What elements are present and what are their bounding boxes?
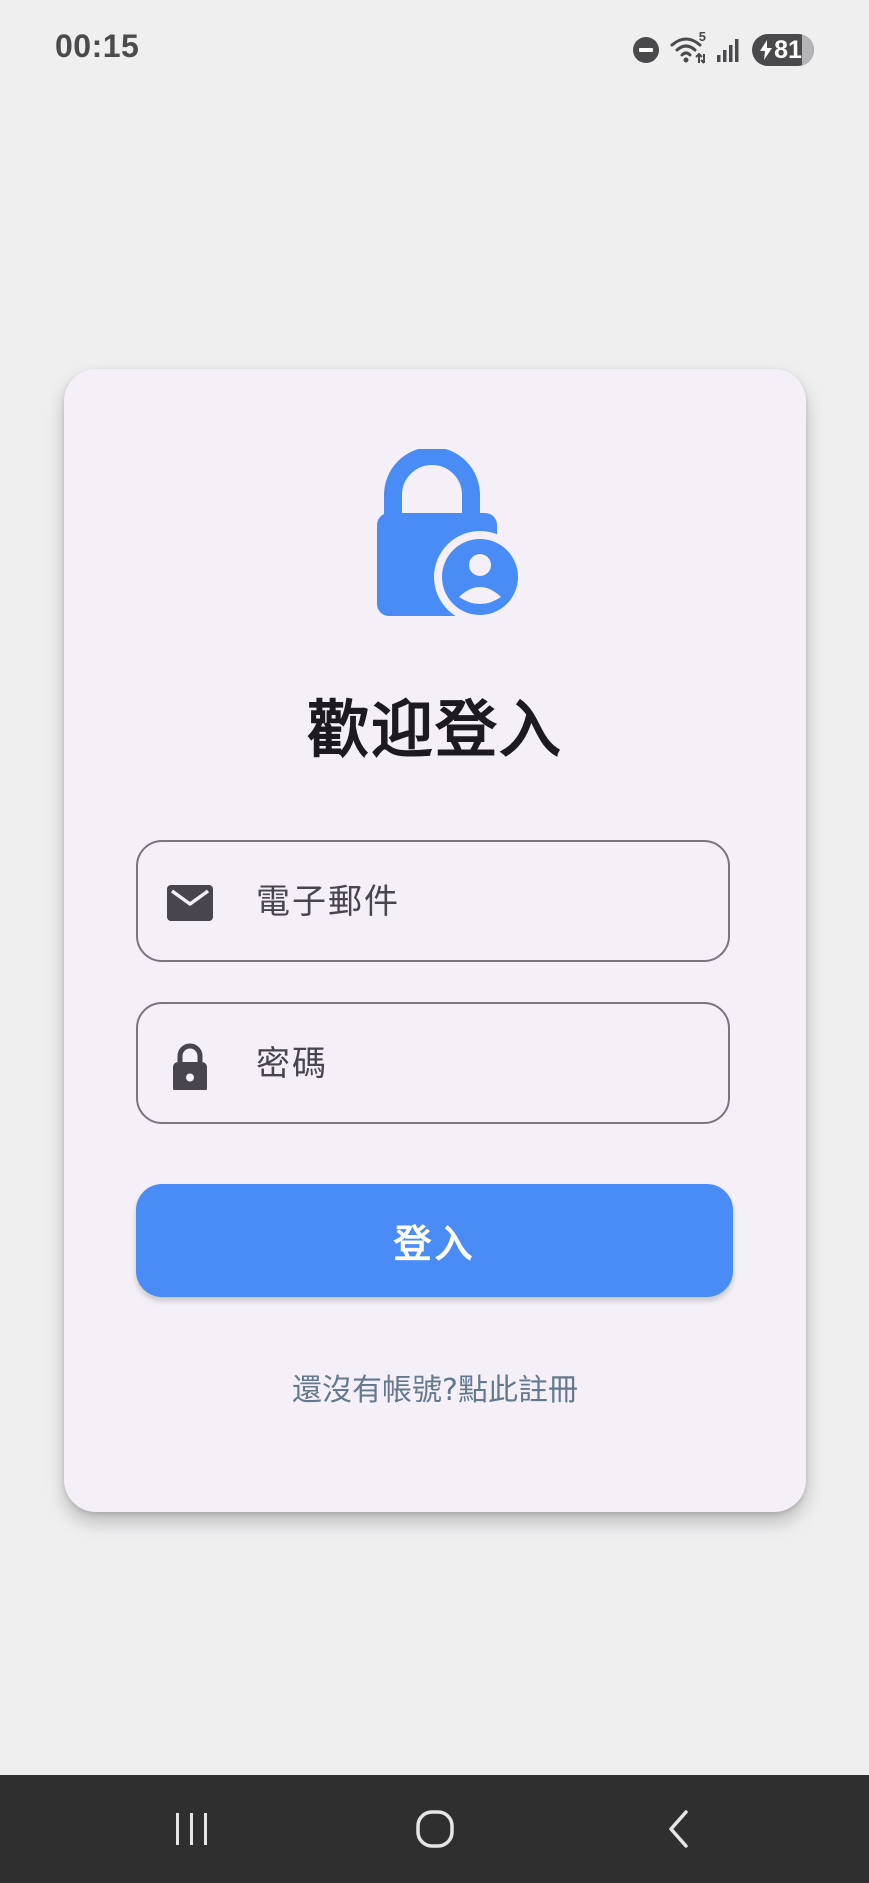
register-link[interactable]: 還沒有帳號?點此註冊 bbox=[64, 1369, 806, 1413]
battery-level: 81 bbox=[774, 35, 802, 64]
login-card: 歡迎登入 電子郵件 密碼 登入 還沒有帳號?點此註冊 bbox=[64, 369, 806, 1512]
password-placeholder: 密碼 bbox=[256, 1044, 328, 1084]
home-button[interactable] bbox=[375, 1775, 495, 1883]
home-icon bbox=[416, 1810, 454, 1848]
charging-bolt-icon bbox=[760, 40, 773, 60]
mail-icon bbox=[167, 885, 213, 921]
wifi-icon: 5 bbox=[670, 29, 706, 65]
battery-icon: 81 bbox=[752, 34, 814, 66]
email-field[interactable]: 電子郵件 bbox=[136, 840, 730, 962]
status-icons: 5 81 bbox=[632, 29, 814, 70]
navigation-bar bbox=[0, 1775, 869, 1883]
lock-account-icon bbox=[377, 449, 526, 619]
wifi-badge: 5 bbox=[698, 29, 706, 44]
recents-button[interactable] bbox=[132, 1775, 252, 1883]
back-icon bbox=[669, 1810, 688, 1848]
status-time: 00:15 bbox=[55, 28, 140, 64]
page-title: 歡迎登入 bbox=[306, 693, 563, 766]
lock-icon bbox=[173, 1043, 207, 1090]
login-button[interactable]: 登入 bbox=[136, 1184, 733, 1297]
signal-icon bbox=[716, 37, 742, 63]
back-button[interactable] bbox=[619, 1775, 739, 1883]
status-bar: 00:15 5 81 bbox=[0, 0, 869, 100]
password-field[interactable]: 密碼 bbox=[136, 1002, 730, 1124]
do-not-disturb-icon bbox=[632, 36, 660, 64]
email-placeholder: 電子郵件 bbox=[256, 882, 400, 922]
recents-icon bbox=[176, 1813, 207, 1845]
